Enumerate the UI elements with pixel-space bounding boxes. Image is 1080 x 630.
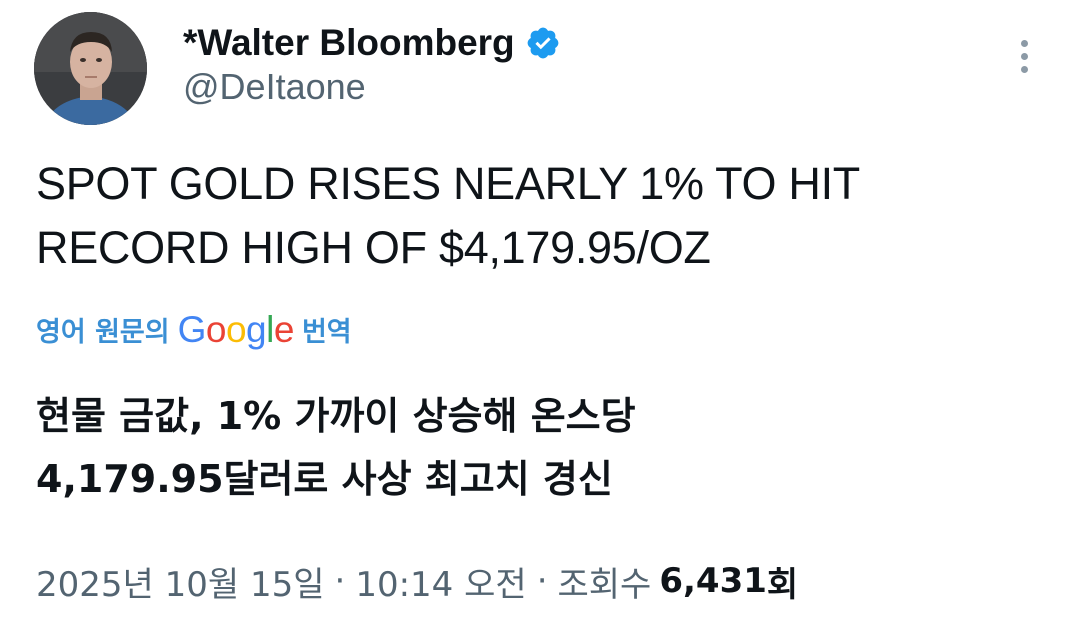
translated-text-line: 현물 금값, 1% 가까이 상승해 온스당: [36, 394, 636, 438]
more-vertical-icon: [1020, 39, 1028, 47]
translation-label-suffix: 번역: [301, 316, 352, 348]
author-display-name[interactable]: *Walter Bloomberg: [183, 22, 515, 64]
user-avatar-photo-icon: [34, 12, 147, 125]
google-logo: Google: [177, 308, 295, 350]
translation-attribution-link[interactable]: 영어 원문의 Google 번역: [36, 305, 352, 353]
views-unit: 회: [766, 564, 799, 605]
tweet-card: *Walter Bloomberg @DeItaone SPOT GOLD RI…: [0, 0, 1080, 630]
translated-text-line: 4,179.95달러로 사상 최고치 경신: [36, 457, 613, 501]
tweet-meta: 2025년 10월 15일 · 10:14 오전 · 조회수 6,431 회: [36, 555, 798, 607]
views-count[interactable]: 6,431: [659, 561, 767, 601]
avatar[interactable]: [34, 12, 147, 125]
author-handle[interactable]: @DeItaone: [183, 66, 366, 108]
tweet-text-line: RECORD HIGH OF $4,179.95/OZ: [36, 222, 711, 273]
more-options-button[interactable]: [1006, 34, 1042, 78]
translated-text: 현물 금값, 1% 가까이 상승해 온스당 4,179.95달러로 사상 최고치…: [36, 385, 1036, 511]
tweet-time[interactable]: 10:14 오전: [355, 557, 526, 606]
meta-separator: ·: [536, 561, 548, 601]
tweet-date[interactable]: 2025년 10월 15일: [36, 557, 325, 606]
more-vertical-icon-dot: [1020, 52, 1028, 60]
verified-badge-icon: [527, 27, 559, 59]
meta-separator: ·: [334, 561, 346, 601]
tweet-text-line: SPOT GOLD RISES NEARLY 1% TO HIT: [36, 158, 860, 209]
tweet-text: SPOT GOLD RISES NEARLY 1% TO HIT RECORD …: [36, 152, 1036, 280]
more-vertical-icon-dot: [1020, 65, 1028, 73]
translation-label-prefix: 영어 원문의: [36, 316, 170, 348]
author-name-row: *Walter Bloomberg: [183, 20, 561, 66]
views-label: 조회수: [557, 564, 652, 605]
